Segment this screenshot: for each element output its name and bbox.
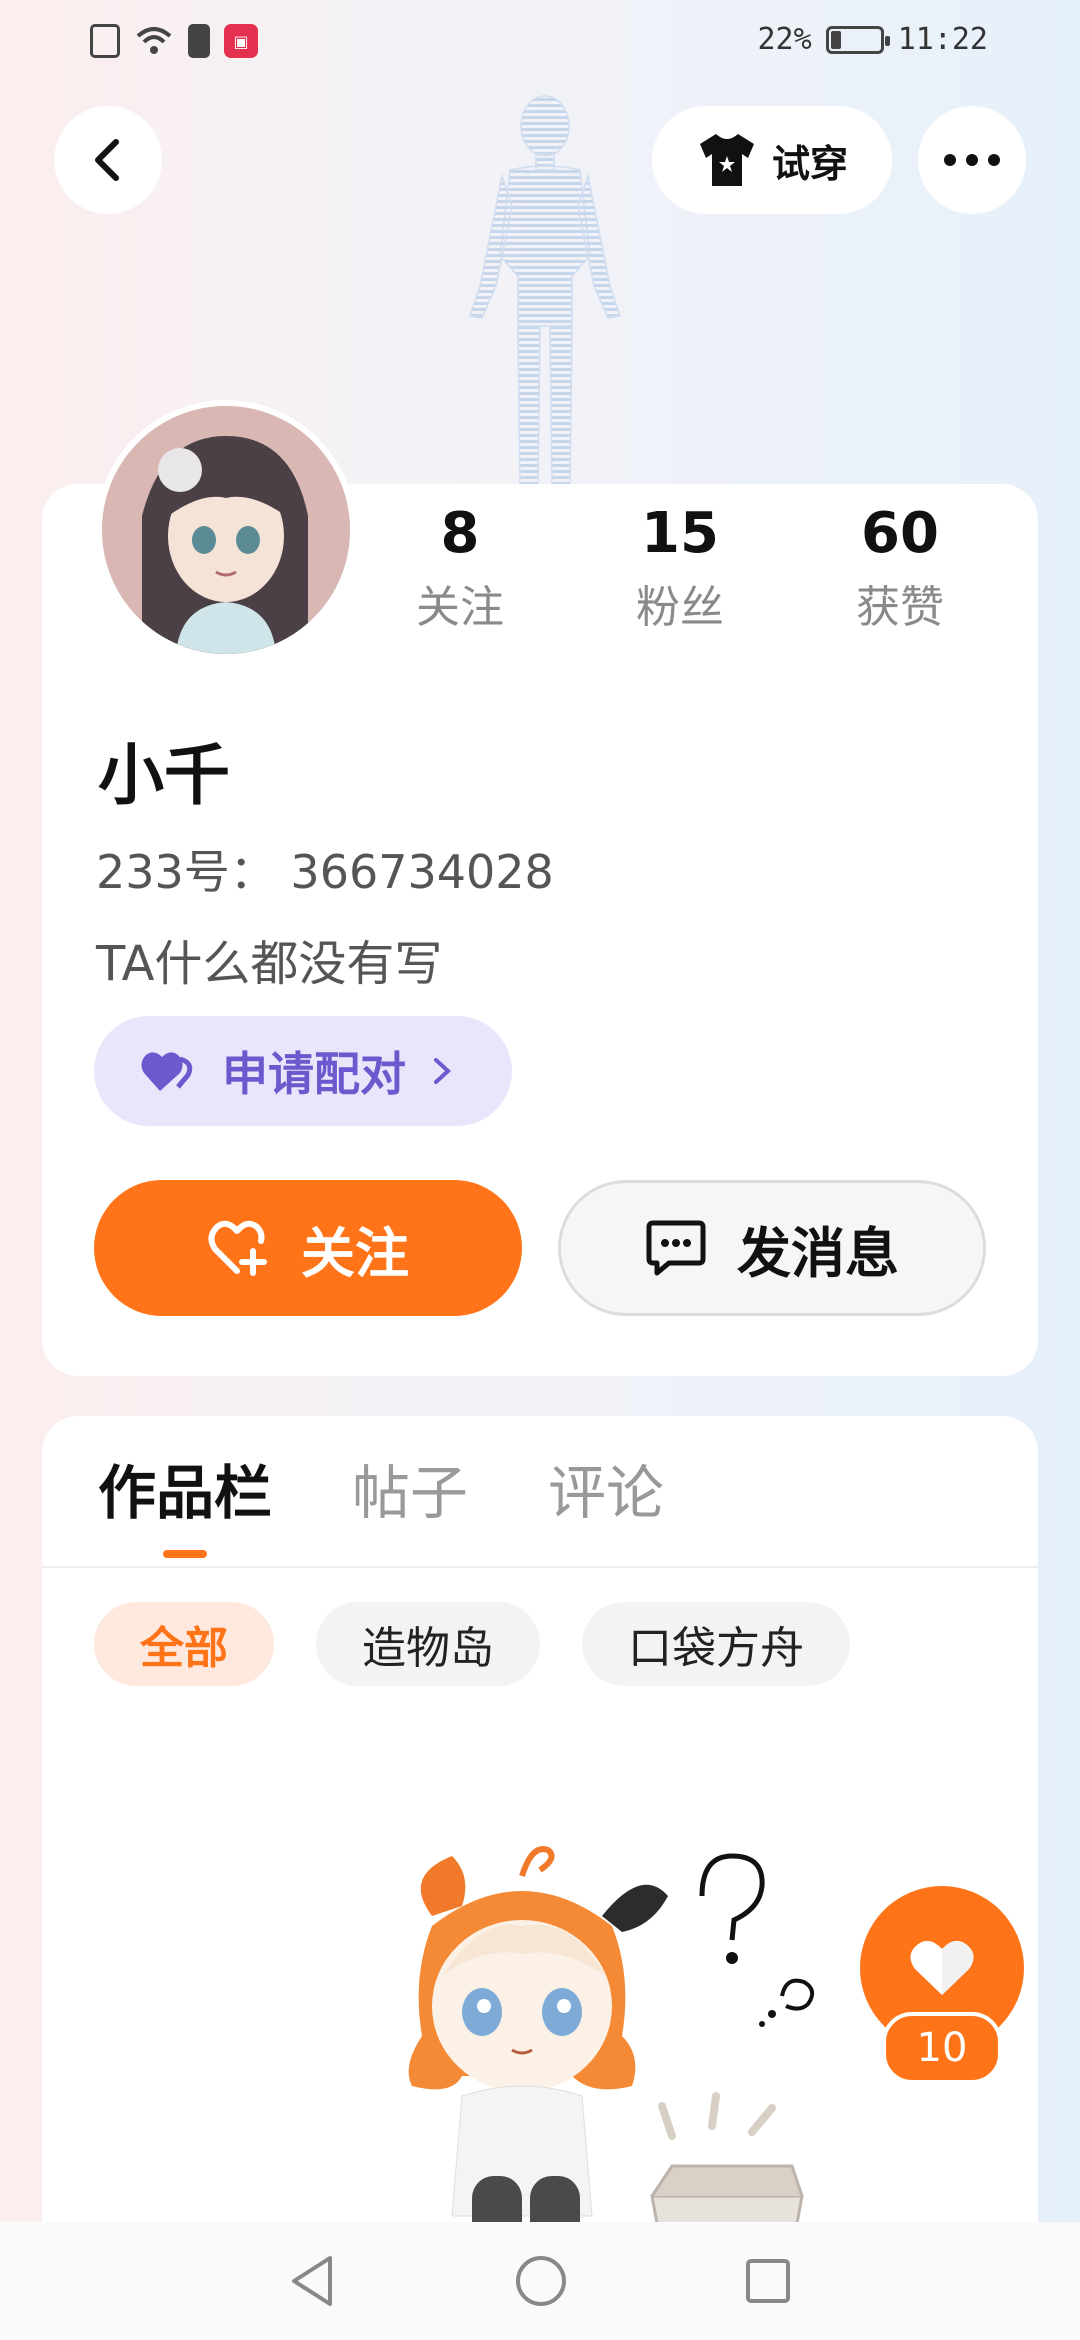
stat-followers[interactable]: 15 粉丝 <box>590 500 770 640</box>
battery-alert-icon <box>188 24 210 58</box>
filter-all[interactable]: 全部 <box>94 1602 274 1686</box>
stat-likes[interactable]: 60 获赞 <box>810 500 990 640</box>
tab-comments[interactable]: 评论 <box>548 1458 664 1528</box>
system-nav-bar <box>0 2222 1080 2340</box>
stat-label: 关注 <box>416 582 504 633</box>
filter-creation-island[interactable]: 造物岛 <box>316 1602 540 1686</box>
tab-divider <box>42 1566 1038 1568</box>
send-message-button[interactable]: 发消息 <box>558 1180 986 1316</box>
stat-number: 60 <box>861 501 939 566</box>
like-count: 10 <box>882 2012 1002 2084</box>
follow-button[interactable]: 关注 <box>94 1180 522 1316</box>
status-icons-right: 22% 11:22 <box>758 22 989 57</box>
status-icons-left: ▣ <box>90 24 258 58</box>
stat-number: 8 <box>440 501 480 566</box>
more-button[interactable] <box>918 106 1026 214</box>
battery-icon <box>825 25 890 54</box>
battery-percent: 22% <box>757 22 812 57</box>
wifi-icon <box>136 27 172 54</box>
works-tabs: 作品栏 帖子 评论 <box>98 1458 664 1558</box>
chevron-right-icon <box>434 1058 451 1084</box>
profile-stats: 8 关注 15 粉丝 60 获赞 <box>370 500 990 640</box>
app-notification-icon: ▣ <box>224 24 258 58</box>
notification-icon <box>90 24 120 58</box>
chat-icon <box>646 1220 706 1276</box>
works-filters: 全部 造物岛 口袋方舟 <box>94 1602 850 1686</box>
profile-bio: TA什么都没有写 <box>96 936 443 992</box>
status-bar: ▣ 22% 11:22 <box>0 0 1080 86</box>
profile-uid: 233号： 366734028 <box>96 845 554 899</box>
send-message-label: 发消息 <box>737 1221 899 1285</box>
nav-back-icon[interactable] <box>288 2254 338 2308</box>
profile-name: 小千 <box>98 737 230 814</box>
try-on-button[interactable]: 试穿 <box>652 106 892 214</box>
tab-posts[interactable]: 帖子 <box>352 1458 468 1528</box>
avatar-hologram <box>469 95 621 486</box>
back-icon <box>95 139 119 181</box>
filter-pocket-ark[interactable]: 口袋方舟 <box>582 1602 850 1686</box>
stat-following[interactable]: 8 关注 <box>370 500 550 640</box>
follow-label: 关注 <box>301 1221 409 1285</box>
stat-label: 获赞 <box>856 582 944 633</box>
request-pair-button[interactable]: 申请配对 <box>94 1016 512 1126</box>
stat-label: 粉丝 <box>636 582 724 633</box>
works-card: 作品栏 帖子 评论 全部 造物岛 口袋方舟 <box>42 1416 1038 2316</box>
clock: 11:22 <box>897 22 988 57</box>
request-pair-label: 申请配对 <box>222 1047 406 1101</box>
nav-home-icon[interactable] <box>514 2254 568 2308</box>
avatar-image <box>102 406 350 654</box>
heart-plus-icon <box>208 1220 267 1276</box>
stat-number: 15 <box>641 501 719 566</box>
heart-icon <box>910 1940 974 1995</box>
avatar[interactable] <box>96 400 356 660</box>
tab-works[interactable]: 作品栏 <box>98 1458 272 1558</box>
heart-icon <box>141 1052 193 1091</box>
try-on-label: 试穿 <box>771 141 848 186</box>
tshirt-icon <box>699 134 754 186</box>
nav-recents-icon[interactable] <box>744 2257 792 2305</box>
back-button[interactable] <box>54 106 162 214</box>
more-icon <box>944 154 1000 166</box>
